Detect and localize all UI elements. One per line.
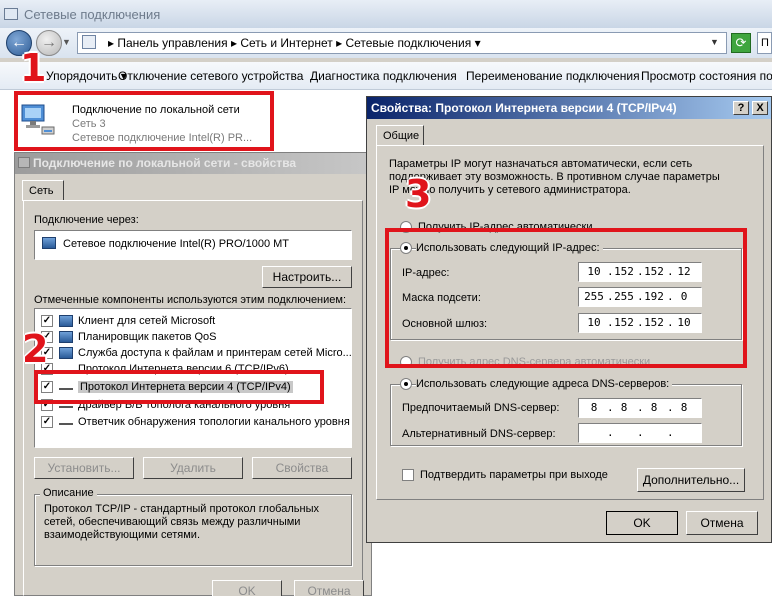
network-folder-icon — [4, 8, 18, 20]
network-adapter-icon — [18, 157, 30, 168]
preferred-dns-label: Предпочитаемый DNS-сервер: — [402, 402, 560, 414]
ipv4-dialog-title: Свойства: Протокол Интернета версии 4 (T… — [367, 97, 771, 119]
manual-dns-label[interactable]: Использовать следующие адреса DNS-сервер… — [416, 378, 673, 390]
list-item[interactable]: Планировщик пакетов QoS — [78, 331, 217, 343]
help-button[interactable]: ? — [733, 101, 749, 115]
description-text: Протокол TCP/IP - стандартный протокол г… — [44, 503, 319, 541]
lan-properties-title: Подключение по локальной сети - свойства — [15, 153, 371, 174]
breadcrumb-dropdown-icon[interactable]: ▾ — [475, 36, 481, 50]
view-status-button[interactable]: Просмотр состояния подк — [641, 69, 772, 83]
breadcrumb-sep-icon: ▸ — [230, 36, 241, 50]
dns-octet: 8 — [680, 401, 688, 414]
validate-checkbox[interactable] — [402, 469, 414, 481]
close-button[interactable]: X — [752, 101, 768, 115]
ok-button[interactable]: OK — [212, 580, 282, 596]
annotation-number-2: 2 — [22, 327, 49, 371]
adapter-name: Сетевое подключение Intel(R) PRO/1000 MT — [63, 238, 290, 250]
breadcrumb-network-connections[interactable]: Сетевые подключения — [345, 36, 471, 50]
annotation-box-ipv4 — [34, 370, 324, 404]
components-label: Отмеченные компоненты используются этим … — [34, 294, 347, 306]
ipv4-intro-text: Параметры IP могут назначаться автоматич… — [389, 158, 720, 196]
component-checkbox[interactable]: ✓ — [41, 416, 53, 428]
manual-dns-radio[interactable] — [400, 378, 412, 390]
search-input[interactable]: П — [757, 32, 772, 54]
window-title: Сетевые подключения — [24, 7, 161, 22]
advanced-button[interactable]: Дополнительно... — [637, 468, 745, 492]
address-dropdown-icon[interactable]: ▼ — [710, 37, 719, 47]
breadcrumb-sep-icon: ▸ — [108, 36, 115, 50]
description-title: Описание — [40, 487, 97, 499]
disable-device-button[interactable]: Отключение сетевого устройства — [118, 69, 303, 83]
list-item[interactable]: Ответчик обнаружения топологии канальног… — [78, 416, 350, 428]
network-card-icon — [42, 237, 56, 249]
tab-network[interactable]: Сеть — [22, 180, 64, 201]
protocol-icon — [59, 417, 73, 425]
connect-via-label: Подключение через: — [34, 214, 139, 226]
list-item[interactable]: Клиент для сетей Microsoft — [78, 315, 215, 327]
ipv4-cancel-button[interactable]: Отмена — [686, 511, 758, 535]
tab-general[interactable]: Общие — [376, 125, 424, 146]
annotation-number-3: 3 — [405, 172, 432, 216]
annotation-box-ip-settings — [385, 228, 747, 368]
dns-octet: 8 — [590, 401, 598, 414]
alternate-dns-input[interactable]: . . . — [578, 423, 702, 443]
breadcrumb-network-internet[interactable]: Сеть и Интернет — [240, 36, 332, 50]
organize-button[interactable]: Упорядочить ▾ — [46, 69, 127, 83]
properties-button[interactable]: Свойства — [252, 457, 352, 479]
window-title-bar: Сетевые подключения — [0, 0, 772, 28]
file-sharing-icon — [59, 347, 73, 359]
rename-button[interactable]: Переименование подключения — [466, 69, 640, 83]
annotation-number-1: 1 — [20, 46, 47, 90]
ipv4-ok-button[interactable]: OK — [606, 511, 678, 535]
breadcrumb-control-panel[interactable]: Панель управления — [117, 36, 227, 50]
alternate-dns-label: Альтернативный DNS-сервер: — [402, 428, 556, 440]
configure-button[interactable]: Настроить... — [262, 266, 352, 288]
remove-button[interactable]: Удалить — [143, 457, 243, 479]
validate-label[interactable]: Подтвердить параметры при выходе — [420, 469, 608, 481]
refresh-icon[interactable]: ⟳ — [731, 33, 751, 53]
install-button[interactable]: Установить... — [34, 457, 134, 479]
qos-icon — [59, 331, 73, 343]
list-item[interactable]: Служба доступа к файлам и принтерам сете… — [78, 347, 352, 359]
client-icon — [59, 315, 73, 327]
address-breadcrumb[interactable]: ▸ Панель управления ▸ Сеть и Интернет ▸ … — [77, 32, 727, 54]
diagnose-button[interactable]: Диагностика подключения — [310, 69, 457, 83]
cancel-button[interactable]: Отмена — [294, 580, 364, 596]
control-panel-icon — [82, 35, 96, 49]
component-checkbox[interactable]: ✓ — [41, 315, 53, 327]
dns-octet: 8 — [650, 401, 658, 414]
preferred-dns-input[interactable]: 8. 8. 8. 8 — [578, 398, 702, 418]
annotation-box-connection — [14, 91, 274, 151]
history-chevron-down-icon[interactable]: ▼ — [62, 37, 71, 47]
dns-octet: 8 — [620, 401, 628, 414]
